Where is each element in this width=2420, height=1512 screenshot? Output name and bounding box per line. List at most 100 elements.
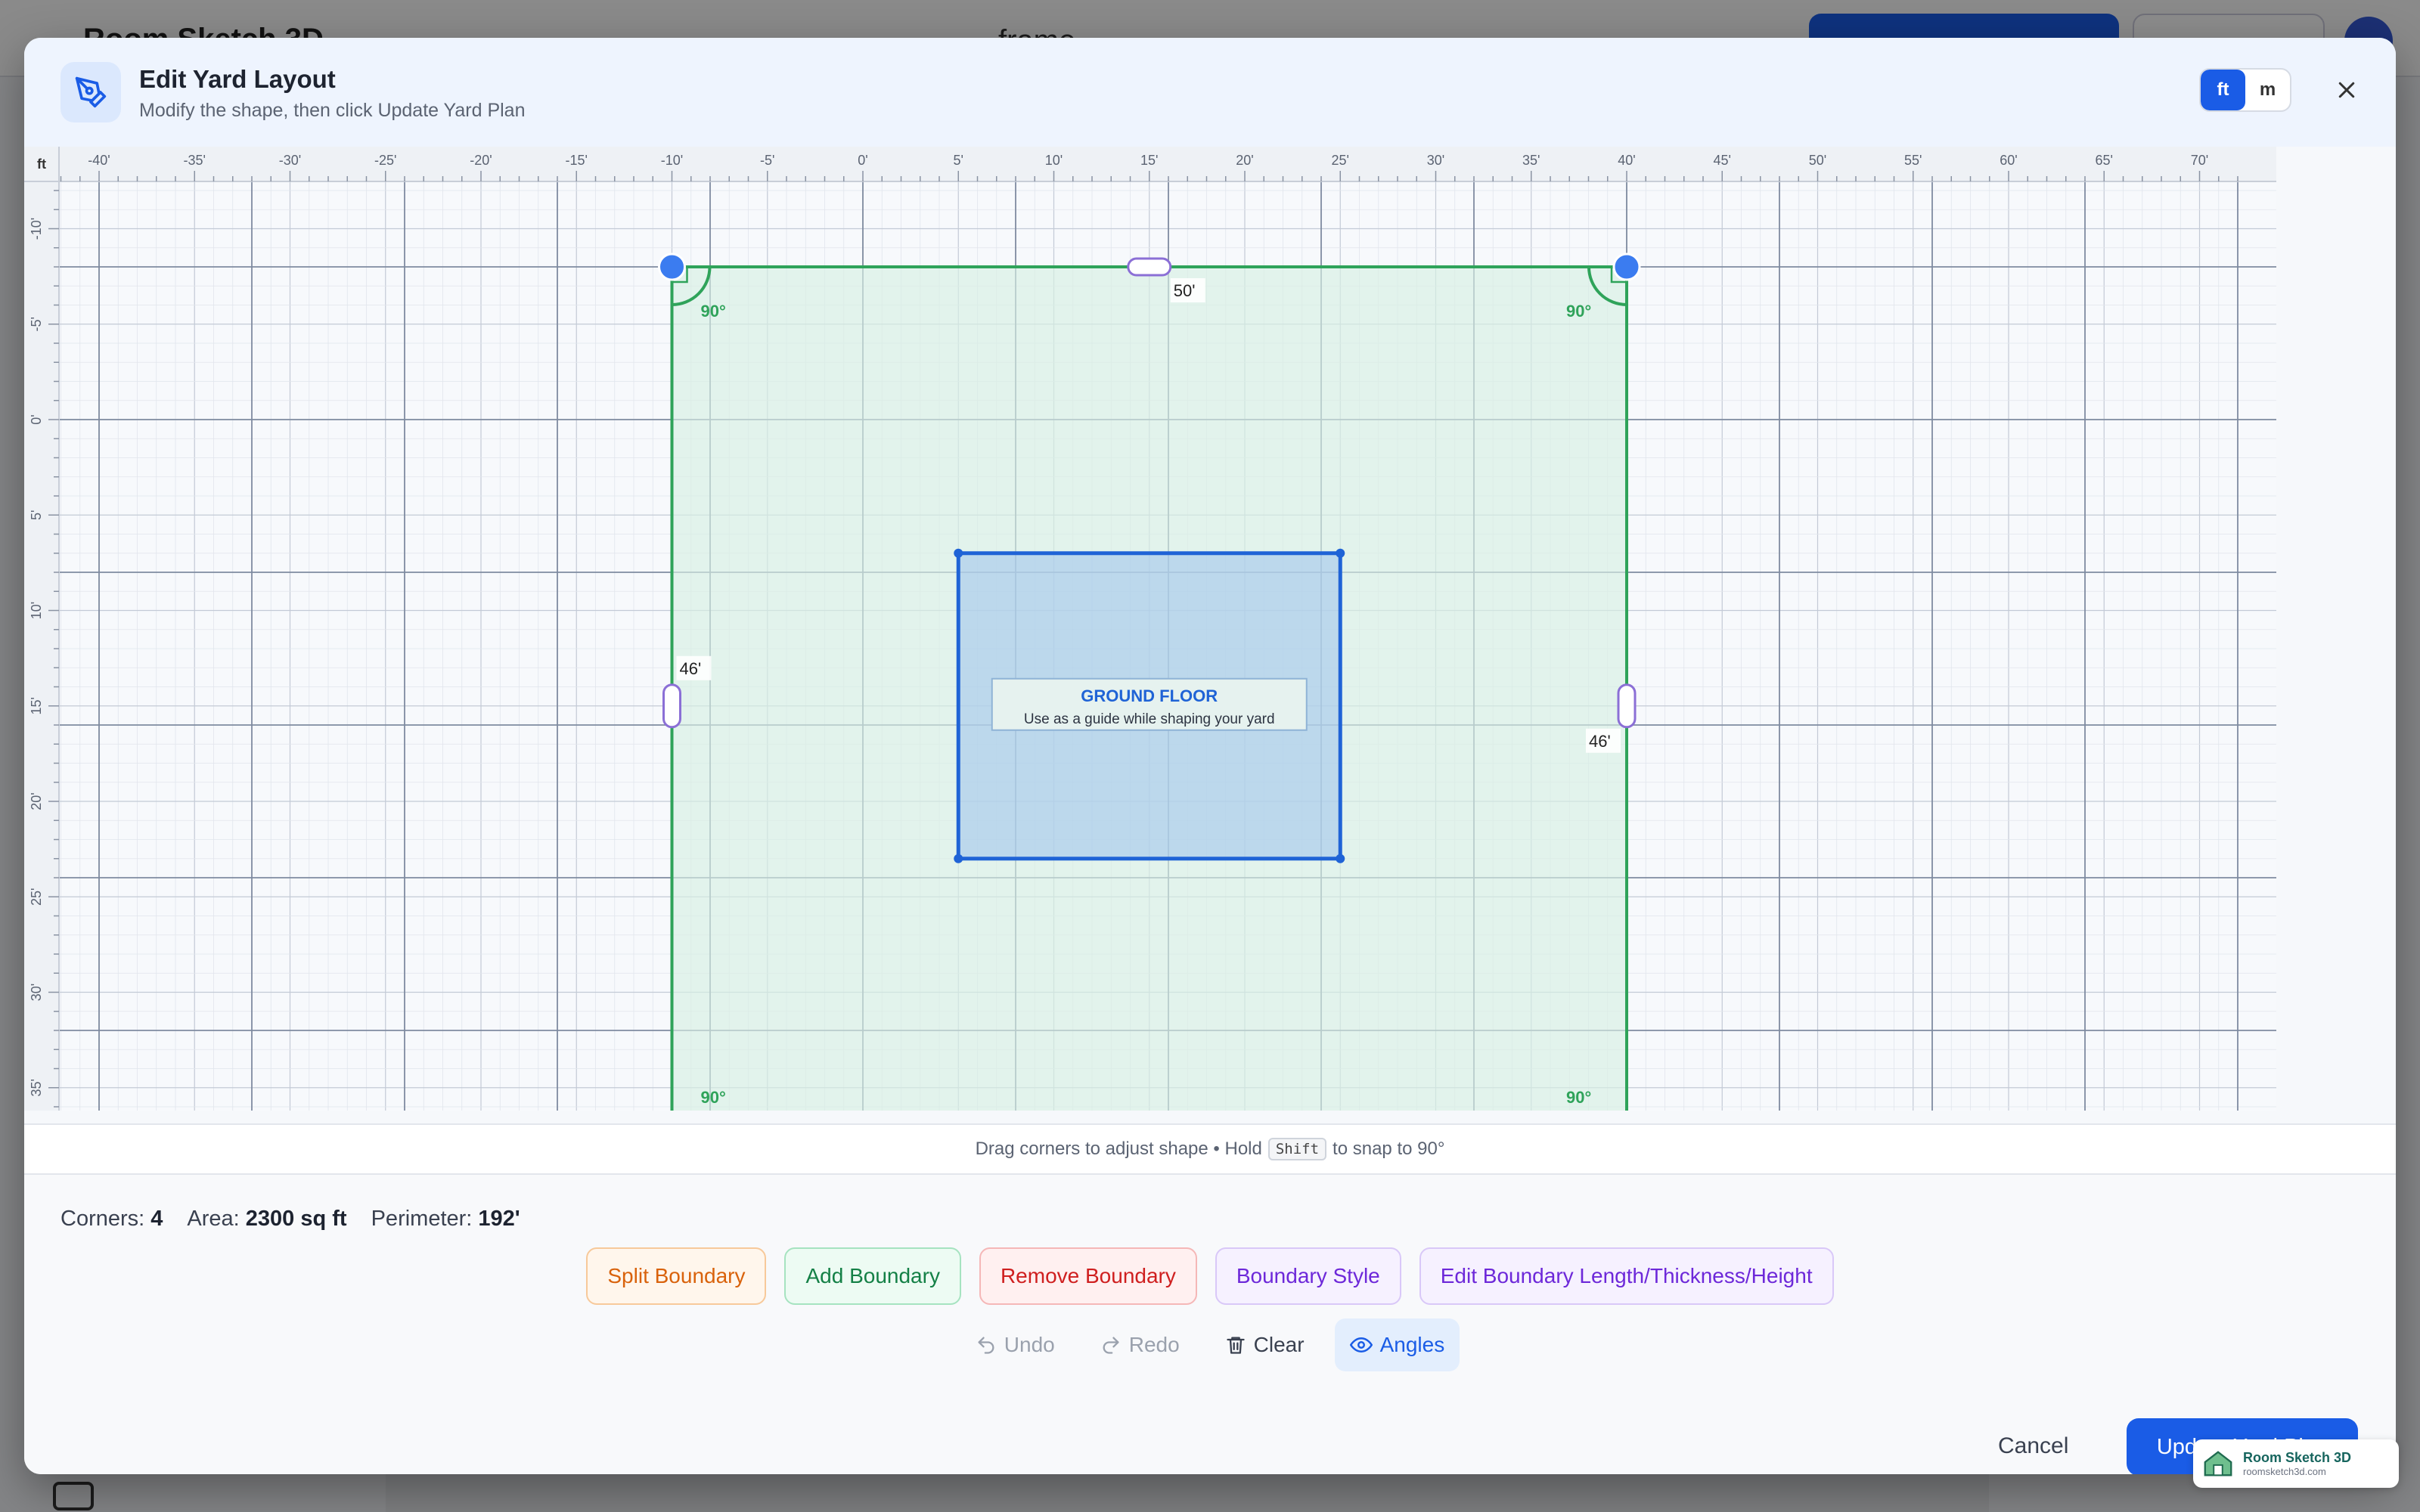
ruler-x-label: 10' [1045,153,1063,168]
ruler-x-label: -15' [566,153,588,168]
ruler-x-label: -20' [470,153,492,168]
ruler-x-label: -5' [760,153,774,168]
ruler-y-label: 20' [29,792,44,810]
angles-toggle-button[interactable]: Angles [1334,1318,1460,1371]
ruler-x-label: 15' [1140,153,1158,168]
edit-boundary-button[interactable]: Edit Boundary Length/Thickness/Height [1419,1247,1834,1305]
ground-floor-corner [1336,854,1345,863]
redo-label: Redo [1128,1333,1180,1356]
redo-icon [1103,1337,1119,1354]
unit-toggle[interactable]: ft m [2199,68,2291,112]
boundary-style-button[interactable]: Boundary Style [1215,1247,1401,1305]
modal-title: Edit Yard Layout [139,65,336,93]
corner-handle-top-left[interactable] [658,253,686,281]
watermark-badge[interactable]: Room Sketch 3D roomsketch3d.com [2193,1439,2399,1488]
ground-floor-corner [1336,548,1345,558]
edge-length-left: 46' [680,659,702,678]
ground-floor-corner [954,548,963,558]
angle-label-bottom-left: 90° [701,1088,726,1107]
ground-floor-corner [954,854,963,863]
ruler-x-label: 40' [1618,153,1635,168]
hint-bar: Drag corners to adjust shape • Hold Shif… [24,1123,2396,1175]
ruler-y-label: 0' [29,414,44,424]
edge-length-top: 50' [1174,281,1196,300]
stat-perimeter: Perimeter: 192' [371,1207,520,1231]
watermark-title: Room Sketch 3D [2243,1450,2352,1465]
undo-icon [978,1337,994,1354]
cancel-button[interactable]: Cancel [1998,1433,2068,1459]
remove-boundary-button[interactable]: Remove Boundary [979,1247,1197,1305]
stat-area: Area: 2300 sq ft [187,1207,347,1231]
stat-corners: Corners: 4 [60,1207,163,1231]
ruler-x-label: 55' [1904,153,1922,168]
corners-value: 4 [150,1207,163,1231]
edge-handle-top[interactable] [1127,257,1172,277]
split-boundary-button[interactable]: Split Boundary [586,1247,767,1305]
ruler-y-label: -5' [29,317,44,331]
boundary-tools: Split Boundary Add Boundary Remove Bound… [24,1247,2396,1308]
house-logo-icon [2204,1451,2232,1476]
corner-handle-top-right[interactable] [1612,253,1641,281]
ruler-x-label: 70' [2191,153,2208,168]
ruler-x-label: 25' [1332,153,1349,168]
canvas-margin [2276,147,2396,1123]
ruler-x-label: 45' [1714,153,1731,168]
angles-label: Angles [1379,1333,1445,1356]
clear-label: Clear [1253,1333,1305,1356]
ruler-y-label: 5' [29,510,44,520]
close-button[interactable] [2328,71,2366,109]
hint-text-before: Drag corners to adjust shape • Hold [975,1139,1262,1159]
ruler-y-label: 35' [29,1079,44,1096]
unit-option-ft[interactable]: ft [2201,70,2245,110]
unit-option-m[interactable]: m [2245,70,2290,110]
undo-button[interactable]: Undo [960,1318,1070,1371]
ruler-y-label: 10' [29,602,44,619]
area-value: 2300 sq ft [245,1207,347,1231]
ruler-unit-label: ft [37,156,46,172]
ruler-x-label: 65' [2096,153,2113,168]
history-actions: Undo Redo Clear Angles [24,1318,2396,1371]
shift-key: Shift [1267,1138,1327,1160]
hint-text-after: to snap to 90° [1333,1139,1445,1159]
ground-floor-subtitle: Use as a guide while shaping your yard [1024,711,1275,727]
add-boundary-button[interactable]: Add Boundary [784,1247,961,1305]
ruler-x-label: -10' [661,153,683,168]
ruler-x-label: 60' [2000,153,2017,168]
ruler-x-label: -30' [279,153,301,168]
yard-grid-svg[interactable]: 90° 90° 90° 90° 50' 46' 46' GROUND FLOOR Use as … [24,147,2276,1123]
ruler-x-label: -35' [184,153,206,168]
edge-length-right: 46' [1589,732,1611,751]
ruler-left [24,147,59,1111]
clear-button[interactable]: Clear [1210,1318,1320,1371]
eye-icon [1349,1337,1373,1352]
edge-handle-left[interactable] [662,683,681,729]
ruler-y-label: 25' [29,888,44,906]
undo-label: Undo [1004,1333,1055,1356]
ruler-y-label: 15' [29,697,44,714]
watermark-url: roomsketch3d.com [2243,1466,2326,1477]
modal-subtitle: Modify the shape, then click Update Yard… [139,100,526,121]
yard-canvas[interactable]: 90° 90° 90° 90° 50' 46' 46' GROUND FLOOR Use as … [24,147,2396,1123]
ruler-x-label: 20' [1236,153,1253,168]
perimeter-value: 192' [478,1207,520,1231]
ruler-x-label: 35' [1522,153,1540,168]
ground-floor-title: GROUND FLOOR [1081,686,1218,705]
angle-label-top-right: 90° [1566,302,1591,321]
angle-label-top-left: 90° [701,302,726,321]
ruler-y-label: 30' [29,984,44,1001]
ruler-y-label: -10' [29,218,44,240]
redo-button[interactable]: Redo [1085,1318,1195,1371]
ruler-x-label: 5' [954,153,963,168]
modal-footer: Corners: 4 Area: 2300 sq ft Perimeter: 1… [24,1175,2396,1474]
ruler-x-label: -25' [374,153,396,168]
close-icon [2338,82,2355,98]
pen-tool-icon [60,62,121,122]
ruler-x-label: 0' [858,153,867,168]
modal-header: Edit Yard Layout Modify the shape, then … [24,38,2396,148]
ruler-x-label: 30' [1427,153,1444,168]
yard-stats: Corners: 4 Area: 2300 sq ft Perimeter: 1… [60,1207,520,1232]
ruler-x-label: -40' [88,153,110,168]
edge-handle-right[interactable] [1617,683,1637,729]
edit-yard-modal: Edit Yard Layout Modify the shape, then … [24,38,2396,1474]
angle-label-bottom-right: 90° [1566,1088,1591,1107]
